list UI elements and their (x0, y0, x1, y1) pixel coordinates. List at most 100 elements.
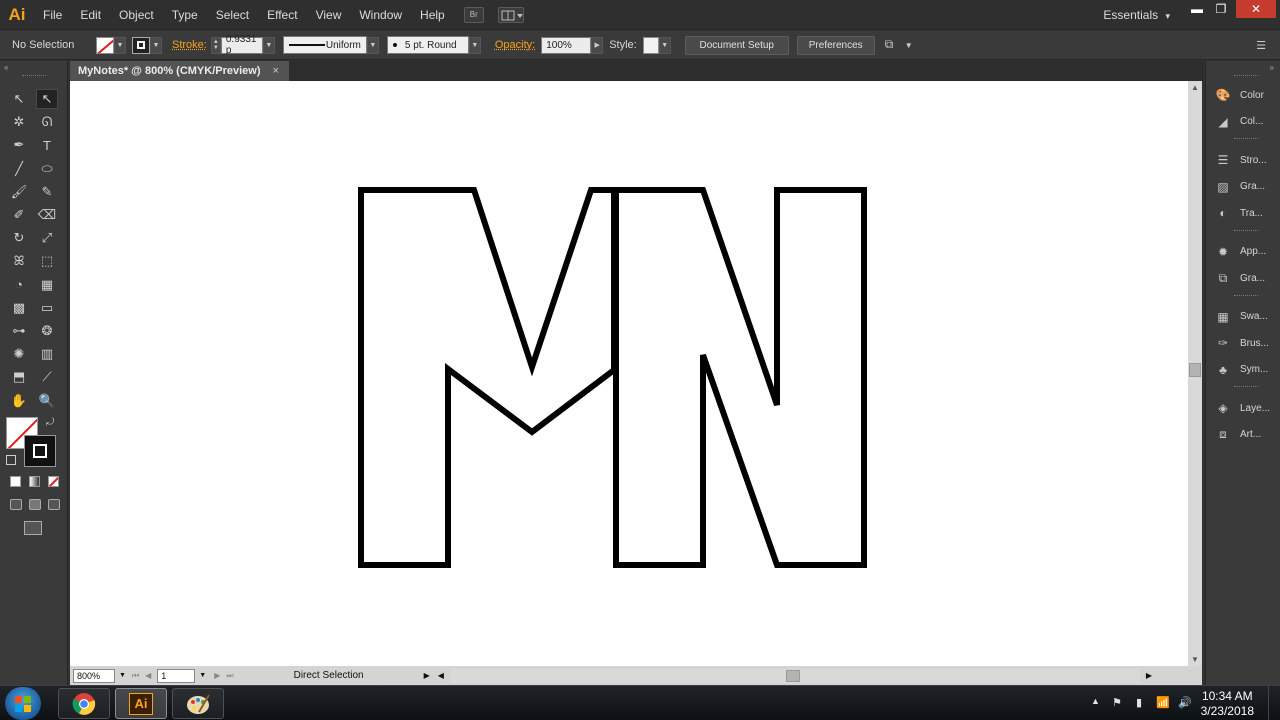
stroke-profile-select[interactable]: Uniform (282, 36, 367, 54)
network-icon[interactable]: 📶 (1156, 696, 1170, 709)
symbol-sprayer-tool-icon[interactable]: ✺ (8, 344, 30, 364)
dock-stroke[interactable]: ☰ Stro... (1206, 148, 1280, 172)
dock-group-grip[interactable] (1234, 138, 1258, 140)
stroke-weight-stepper[interactable]: ▲ ▼ (210, 36, 221, 54)
status-menu-arrow[interactable]: ▶ (424, 671, 430, 680)
letter-m-outline[interactable] (358, 187, 617, 568)
opacity-input[interactable]: 100% (541, 36, 592, 54)
menu-help[interactable]: Help (411, 0, 454, 30)
gradient-mode-icon[interactable] (29, 476, 40, 487)
dock-layers[interactable]: ◈ Laye... (1206, 396, 1280, 420)
taskbar-paint-button[interactable] (172, 688, 224, 719)
menu-view[interactable]: View (307, 0, 351, 30)
gradient-tool-icon[interactable]: ▭ (36, 298, 58, 318)
ellipse-tool-icon[interactable]: ⬭ (36, 159, 58, 179)
eyedropper-tool-icon[interactable]: ⊶ (8, 321, 30, 341)
graphic-style-swatch[interactable] (642, 36, 659, 54)
brush-dropdown[interactable]: ▼ (468, 36, 481, 54)
document-tab[interactable]: MyNotes* @ 800% (CMYK/Preview) × (70, 61, 289, 81)
stroke-weight-input[interactable]: 0.9331 p (220, 34, 263, 56)
taskbar-clock[interactable]: 10:34 AM 3/23/2018 (1201, 689, 1254, 719)
column-graph-tool-icon[interactable]: ▥ (36, 344, 58, 364)
fill-swatch[interactable] (96, 36, 114, 54)
shape-builder-tool-icon[interactable]: ◔ (8, 275, 30, 295)
menu-file[interactable]: File (34, 0, 71, 30)
previous-artboard-icon[interactable]: ◀ (145, 671, 151, 680)
taskbar-chrome-button[interactable] (58, 688, 110, 719)
dock-group-grip[interactable] (1234, 75, 1258, 77)
menu-effect[interactable]: Effect (258, 0, 306, 30)
panel-collapse-arrows[interactable]: « (4, 63, 8, 72)
dock-group-grip[interactable] (1234, 229, 1258, 232)
magic-wand-tool-icon[interactable]: ✲ (8, 112, 30, 132)
last-artboard-icon[interactable]: ⏭ (226, 671, 233, 681)
panel-menu-icon[interactable]: ☰ (1256, 39, 1266, 52)
mesh-tool-icon[interactable]: ▩ (8, 298, 30, 318)
document-setup-button[interactable]: Document Setup (684, 35, 789, 55)
hscroll-right-arrow[interactable]: ▶ (1146, 671, 1152, 680)
preferences-button[interactable]: Preferences (796, 35, 875, 55)
color-mode-icon[interactable] (10, 476, 21, 487)
dock-brushes[interactable]: ✑ Brus... (1206, 331, 1280, 355)
zoom-tool-icon[interactable]: 🔍 (36, 391, 58, 411)
menu-window[interactable]: Window (350, 0, 411, 30)
vertical-scrollbar[interactable]: ▲ ▼ (1188, 81, 1202, 666)
letter-n-outline[interactable] (613, 187, 867, 568)
stroke-label[interactable]: Stroke: (172, 39, 207, 51)
volume-icon[interactable]: 🔊 (1178, 696, 1192, 709)
brush-definition-select[interactable]: 5 pt. Round (386, 36, 469, 54)
pen-tool-icon[interactable]: ✒ (8, 135, 30, 155)
action-center-flag-icon[interactable]: ⚑ (1112, 696, 1122, 709)
dock-group-grip[interactable] (1234, 294, 1258, 297)
eraser-tool-icon[interactable]: ⌫ (36, 205, 58, 225)
dock-group-grip[interactable] (1234, 386, 1258, 388)
none-mode-icon[interactable] (48, 476, 59, 487)
close-icon[interactable]: × (273, 65, 279, 77)
stroke-weight-dropdown[interactable]: ▼ (262, 36, 275, 54)
lasso-tool-icon[interactable]: ᘏ (36, 112, 58, 132)
scroll-up-arrow[interactable]: ▲ (1191, 83, 1199, 92)
stroke-swatch[interactable] (132, 36, 150, 54)
illustrator-logo-icon[interactable]: Ai (0, 0, 34, 30)
line-tool-icon[interactable]: ╱ (8, 159, 30, 179)
default-fill-stroke-icon[interactable] (6, 455, 16, 465)
next-artboard-icon[interactable]: ▶ (214, 671, 220, 680)
menu-edit[interactable]: Edit (71, 0, 110, 30)
pencil-tool-icon[interactable]: ✎ (36, 182, 58, 202)
dock-transparency[interactable]: ◐ Tra... (1206, 201, 1280, 225)
dock-expand-arrows[interactable]: » (1270, 63, 1274, 72)
stroke-profile-dropdown[interactable]: ▼ (366, 36, 379, 54)
dock-color[interactable]: 🎨 Color (1206, 83, 1280, 107)
menu-type[interactable]: Type (163, 0, 207, 30)
first-artboard-icon[interactable]: ⏮ (132, 671, 139, 681)
draw-normal-icon[interactable] (10, 499, 22, 510)
blend-tool-icon[interactable]: ❂ (36, 321, 58, 341)
horizontal-scrollbar[interactable] (449, 668, 1140, 683)
scroll-down-arrow[interactable]: ▼ (1191, 655, 1199, 664)
dock-gradient[interactable]: ▨ Gra... (1206, 175, 1280, 199)
direct-selection-tool-icon[interactable]: ↖ (36, 89, 58, 109)
opacity-label[interactable]: Opacity: (495, 39, 535, 51)
show-hidden-icons-arrow[interactable]: ▲ (1091, 696, 1100, 706)
selection-tool-icon[interactable]: ↖ (8, 89, 30, 109)
dock-graphic-styles[interactable]: ⧉ Gra... (1206, 266, 1280, 290)
start-button[interactable] (5, 687, 41, 720)
menu-select[interactable]: Select (207, 0, 258, 30)
workspace-switcher[interactable]: Essentials ▾ (1103, 8, 1170, 22)
show-desktop-button[interactable] (1268, 686, 1280, 720)
perspective-grid-tool-icon[interactable]: ▦ (36, 275, 58, 295)
control-bar-menu-arrow[interactable]: ▼ (905, 41, 913, 50)
dock-symbols[interactable]: ♣ Sym... (1206, 358, 1280, 382)
draw-behind-icon[interactable] (29, 499, 41, 510)
opacity-dropdown[interactable]: ▶ (591, 36, 604, 54)
taskbar-illustrator-button[interactable]: Ai (115, 688, 167, 719)
warp-tool-icon[interactable]: ꕤ (8, 251, 30, 271)
free-transform-tool-icon[interactable]: ⬚ (36, 251, 58, 271)
dock-swatches[interactable]: ▦ Swa... (1206, 305, 1280, 329)
battery-icon[interactable]: ▮ (1136, 696, 1142, 709)
paintbrush-tool-icon[interactable]: 🖌 (8, 182, 30, 202)
blob-brush-tool-icon[interactable]: ✐ (8, 205, 30, 225)
artboard-number-input[interactable]: 1 (157, 668, 196, 683)
type-tool-icon[interactable]: T (36, 135, 58, 155)
vertical-scroll-thumb[interactable] (1189, 363, 1201, 377)
